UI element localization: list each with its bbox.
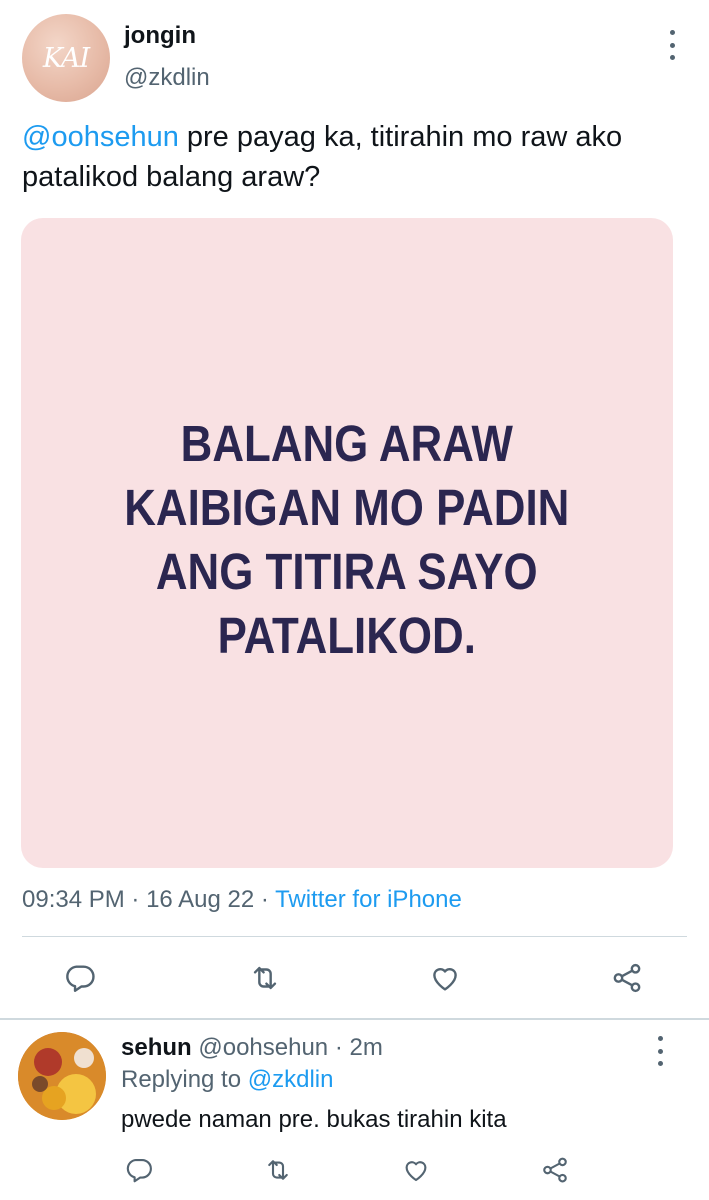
- meta-separator: ·: [328, 1034, 350, 1061]
- tweet-text: @oohsehun pre payag ka, titirahin mo raw…: [22, 117, 682, 197]
- author-avatar[interactable]: KAI: [22, 14, 110, 102]
- reply-time[interactable]: 2m: [349, 1034, 382, 1061]
- meta-separator: ·: [254, 886, 276, 913]
- section-divider: [0, 1018, 709, 1020]
- share-icon[interactable]: [535, 1150, 575, 1190]
- avatar-initials: KAI: [42, 42, 90, 74]
- replying-mention[interactable]: @zkdlin: [248, 1066, 334, 1093]
- reply-avatar[interactable]: [18, 1032, 106, 1120]
- reply-text: pwede naman pre. bukas tirahin kita: [121, 1106, 507, 1133]
- reply-icon[interactable]: [60, 958, 100, 998]
- tweet-meta: 09:34 PM · 16 Aug 22 · Twitter for iPhon…: [22, 886, 462, 914]
- meta-separator: ·: [124, 886, 147, 913]
- more-icon[interactable]: [650, 1036, 670, 1066]
- share-icon[interactable]: [607, 958, 647, 998]
- image-caption: BALANG ARAW KAIBIGAN MO PADIN ANG TITIRA…: [124, 415, 570, 664]
- reply-author-handle[interactable]: @oohsehun: [198, 1034, 328, 1061]
- tweet-date[interactable]: 16 Aug 22: [146, 886, 254, 913]
- tweet-time[interactable]: 09:34 PM: [22, 886, 125, 913]
- divider: [22, 936, 687, 937]
- like-icon[interactable]: [396, 1150, 436, 1190]
- mention-link[interactable]: @oohsehun: [22, 121, 179, 153]
- more-icon[interactable]: [662, 30, 682, 60]
- reply-header: sehun @oohsehun · 2m: [121, 1034, 383, 1062]
- author-handle[interactable]: @zkdlin: [124, 64, 210, 92]
- retweet-icon[interactable]: [245, 958, 285, 998]
- like-icon[interactable]: [425, 958, 465, 998]
- avatar-image: [18, 1032, 106, 1120]
- replying-to: Replying to @zkdlin: [121, 1066, 333, 1094]
- tweet-source[interactable]: Twitter for iPhone: [275, 886, 462, 913]
- reply-icon[interactable]: [119, 1150, 159, 1190]
- author-name[interactable]: jongin: [124, 22, 196, 50]
- reply-author-name[interactable]: sehun: [121, 1034, 192, 1061]
- replying-prefix: Replying to: [121, 1066, 248, 1093]
- tweet-image[interactable]: BALANG ARAW KAIBIGAN MO PADIN ANG TITIRA…: [21, 218, 673, 868]
- retweet-icon[interactable]: [258, 1150, 298, 1190]
